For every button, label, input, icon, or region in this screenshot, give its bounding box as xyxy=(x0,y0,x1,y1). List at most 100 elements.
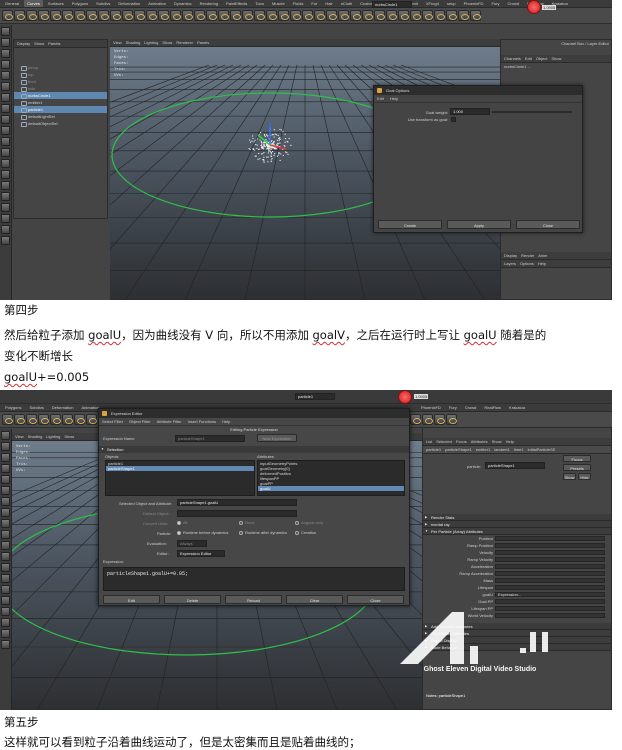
channel-menu-show[interactable]: Show xyxy=(551,56,561,61)
shelf-tool-icon[interactable] xyxy=(386,10,397,21)
viewport-menu-renderer[interactable]: Renderer xyxy=(176,40,193,45)
shelf-tool-icon[interactable] xyxy=(2,10,13,21)
presets-button[interactable]: Presets xyxy=(563,464,591,471)
tool-icon[interactable] xyxy=(1,486,10,495)
tool-icon[interactable] xyxy=(1,192,10,201)
ae-attr-field[interactable] xyxy=(495,585,605,590)
radio-none[interactable]: None xyxy=(239,520,255,525)
ae-attr-field[interactable] xyxy=(495,599,605,604)
close-button[interactable]: Close xyxy=(347,595,404,604)
shelf-tool-icon[interactable] xyxy=(398,10,409,21)
shelf-tool-icon[interactable] xyxy=(302,10,313,21)
shelf-tool-icon[interactable] xyxy=(374,10,385,21)
ae-section[interactable]: Add Dynamic Attributes xyxy=(423,623,611,630)
edit-button[interactable]: Edit xyxy=(103,595,160,604)
outliner-menu-display[interactable]: Display xyxy=(17,41,30,46)
tool-icon[interactable] xyxy=(1,607,10,616)
dialog-menu-help[interactable]: Help xyxy=(390,95,398,102)
shelf-tool-icon[interactable] xyxy=(170,10,181,21)
record-icon[interactable] xyxy=(527,0,541,14)
viewport-menu-view[interactable]: View xyxy=(15,434,24,439)
ae-section[interactable]: mental ray xyxy=(423,521,611,528)
expression-name-field[interactable]: particleShape1 xyxy=(175,435,245,442)
shelf-tool-icon[interactable] xyxy=(14,414,25,425)
shelf-tool-icon[interactable] xyxy=(290,10,301,21)
ae-attr-field[interactable] xyxy=(495,571,605,576)
shelf-tool-icon[interactable] xyxy=(446,414,457,425)
delete-button[interactable]: Delete xyxy=(164,595,221,604)
tab-general[interactable]: General xyxy=(2,0,22,7)
tab-realflow[interactable]: RealFlow xyxy=(481,404,504,411)
outliner-item[interactable]: defaultObjectSet xyxy=(14,120,107,127)
tool-icon[interactable] xyxy=(1,508,10,517)
layer-menu-options[interactable]: Options xyxy=(520,261,534,266)
tab-krakatoa[interactable]: Krakatoa xyxy=(506,404,528,411)
tool-icon[interactable] xyxy=(1,82,10,91)
radio-all[interactable]: All xyxy=(177,520,187,525)
tool-icon[interactable] xyxy=(1,225,10,234)
shelf-tool-icon[interactable] xyxy=(206,10,217,21)
ae-node-tab-lambert1[interactable]: lambert1 xyxy=(494,447,510,452)
ae-node-tab-emitter1[interactable]: emitter1 xyxy=(476,447,490,452)
object-item[interactable]: particleShape1 xyxy=(106,466,254,471)
ae-attr-field[interactable] xyxy=(495,613,605,618)
tab-subdivs[interactable]: Subdivs xyxy=(93,0,113,7)
tab-polygons[interactable]: Polygons xyxy=(2,404,24,411)
shelf-tool-icon[interactable] xyxy=(278,10,289,21)
layer-tab-display[interactable]: Display xyxy=(504,253,517,258)
channel-menu-object[interactable]: Object xyxy=(536,56,548,61)
tool-icon[interactable] xyxy=(1,170,10,179)
tool-icon[interactable] xyxy=(1,71,10,80)
radio-angular-only[interactable]: Angular only xyxy=(295,520,323,525)
shelf-tool-icon[interactable] xyxy=(422,10,433,21)
tab-fur[interactable]: Fur xyxy=(308,0,320,7)
layer-menu-help[interactable]: Help xyxy=(538,261,546,266)
tab-dynamics[interactable]: Dynamics xyxy=(171,0,195,7)
shelf-tool-icon[interactable] xyxy=(218,10,229,21)
shelf-tool-icon[interactable] xyxy=(50,414,61,425)
ae-node-tab-particle1[interactable]: particle1 xyxy=(426,447,441,452)
new-expression-button[interactable]: New Expression xyxy=(257,434,297,442)
tab-deformation[interactable]: Deformation xyxy=(49,404,77,411)
tool-icon[interactable] xyxy=(1,431,10,440)
focus-button[interactable]: Focus xyxy=(563,455,591,462)
tool-icon[interactable] xyxy=(1,574,10,583)
show-button[interactable]: Show xyxy=(563,473,576,480)
shelf-tool-icon[interactable] xyxy=(242,10,253,21)
tool-icon[interactable] xyxy=(1,38,10,47)
record-icon[interactable] xyxy=(398,390,412,404)
ae-node-tab-initialparticlese[interactable]: initialParticleSE xyxy=(528,447,556,452)
ee-menu-insert-functions[interactable]: Insert Functions xyxy=(188,418,216,425)
tool-icon[interactable] xyxy=(1,497,10,506)
shelf-tool-icon[interactable] xyxy=(362,10,373,21)
tool-icon[interactable] xyxy=(1,137,10,146)
tool-icon[interactable] xyxy=(1,464,10,473)
layer-tab-anim[interactable]: Anim xyxy=(538,253,547,258)
attribute-item[interactable]: goalU xyxy=(258,486,404,491)
shelf-tool-icon[interactable] xyxy=(26,10,37,21)
shelf-tool-icon[interactable] xyxy=(86,414,97,425)
shelf-tool-icon[interactable] xyxy=(470,10,481,21)
tool-icon[interactable] xyxy=(1,541,10,550)
shelf-tool-icon[interactable] xyxy=(110,10,121,21)
ae-menu-selected[interactable]: Selected xyxy=(436,439,452,444)
shelf-tool-icon[interactable] xyxy=(2,414,13,425)
ae-attr-field[interactable] xyxy=(495,536,605,541)
tab-deformation[interactable]: Deformation xyxy=(115,0,143,7)
outliner-item[interactable]: side xyxy=(14,85,107,92)
viewport-menu-show[interactable]: Show xyxy=(162,40,172,45)
viewport-menu-view[interactable]: View xyxy=(113,40,122,45)
shelf-tool-icon[interactable] xyxy=(158,10,169,21)
ae-section[interactable]: Node Behavior xyxy=(423,644,611,651)
outliner-item[interactable]: persp xyxy=(14,64,107,71)
apply-button[interactable]: Apply xyxy=(447,220,511,229)
shelf-tool-icon[interactable] xyxy=(254,10,265,21)
create-button[interactable]: Create xyxy=(378,220,442,229)
channel-menu-channels[interactable]: Channels xyxy=(504,56,521,61)
ee-menu-attribute-filter[interactable]: Attribute Filter xyxy=(157,418,182,425)
outliner-menu-panels[interactable]: Panels xyxy=(48,41,60,46)
shelf-tool-icon[interactable] xyxy=(122,10,133,21)
outliner-item[interactable]: front xyxy=(14,78,107,85)
shelf-tool-icon[interactable] xyxy=(86,10,97,21)
tool-icon[interactable] xyxy=(1,27,10,36)
